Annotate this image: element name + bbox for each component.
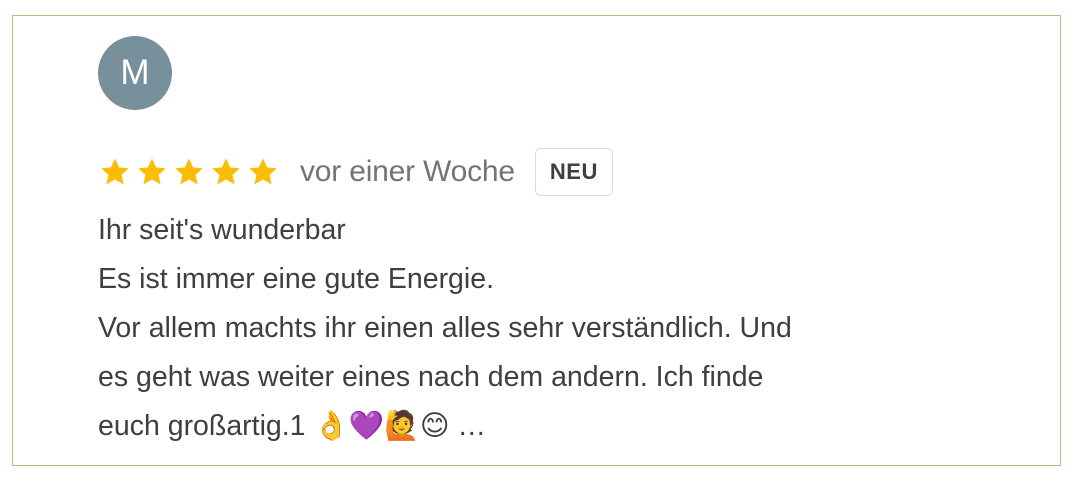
star-icon [209, 155, 246, 189]
avatar-initial: M [120, 53, 150, 92]
new-badge: NEU [534, 148, 613, 196]
review-text-more[interactable]: euch großartig.1 👌💜🙋😊 … [98, 402, 918, 451]
avatar[interactable]: M [98, 36, 172, 110]
review-time: vor einer Woche [300, 155, 515, 188]
review-text-line: Vor allem machts ihr einen alles sehr ve… [98, 312, 792, 344]
review-card: M vor einer Woche NEU Ihr seit's wunderb… [12, 15, 1061, 466]
review-text-line: Ihr seit's wunderbar [98, 214, 346, 246]
star-icon [98, 155, 135, 189]
star-icon [246, 155, 283, 189]
review-meta: vor einer Woche NEU [98, 147, 613, 197]
star-icon [135, 155, 172, 189]
review-text-line: Es ist immer eine gute Energie. [98, 263, 495, 295]
star-icon [172, 155, 209, 189]
review-text: Ihr seit's wunderbar Es ist immer eine g… [98, 206, 918, 451]
review-text-line: es geht was weiter eines nach dem andern… [98, 361, 764, 393]
star-rating [98, 155, 283, 189]
